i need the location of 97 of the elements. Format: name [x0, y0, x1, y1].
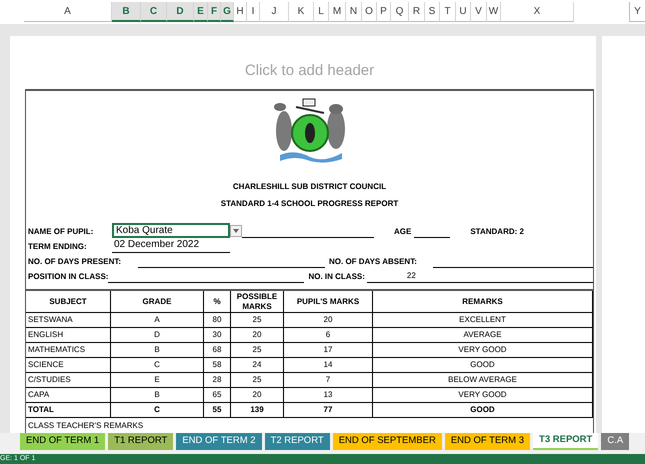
table-cell: EXCELLENT — [373, 313, 593, 327]
table-cell: AVERAGE — [373, 328, 593, 342]
column-heading: SUBJECT — [26, 291, 111, 312]
column-header[interactable]: M — [329, 2, 346, 22]
field-label: NO. OF DAYS ABSENT: — [329, 256, 418, 268]
column-header[interactable]: Y — [629, 2, 645, 22]
table-cell: 13 — [284, 388, 373, 402]
table-cell: B — [111, 388, 204, 402]
table-cell: SCIENCE — [26, 358, 111, 372]
column-heading: % — [204, 291, 231, 312]
class-size-value: 22 — [406, 270, 416, 283]
column-header[interactable]: S — [425, 2, 440, 22]
column-header[interactable]: T — [440, 2, 456, 22]
dropdown-button[interactable] — [230, 225, 242, 237]
name-cell[interactable]: Koba Qurate — [112, 223, 230, 238]
sheet-tab[interactable]: END OF SEPTEMBER — [332, 433, 442, 450]
sheet-tab[interactable]: END OF TERM 3 — [444, 433, 530, 450]
table-cell: 55 — [204, 403, 231, 417]
table-cell: 25 — [231, 313, 284, 327]
table-cell: 58 — [204, 358, 231, 372]
column-header[interactable]: U — [456, 2, 471, 22]
table-cell: 17 — [284, 343, 373, 357]
table-cell: A — [111, 313, 204, 327]
field-label: NO. OF DAYS PRESENT: — [28, 256, 122, 268]
table-cell: 24 — [231, 358, 284, 372]
table-cell: 28 — [204, 373, 231, 387]
table-cell: SETSWANA — [26, 313, 111, 327]
table-cell: 20 — [231, 328, 284, 342]
table-cell: 7 — [284, 373, 373, 387]
report-title: STANDARD 1-4 SCHOOL PROGRESS REPORT — [220, 198, 398, 210]
column-header[interactable]: A — [24, 2, 112, 22]
sheet-tab[interactable]: C.A — [601, 433, 630, 450]
table-cell: VERY GOOD — [373, 388, 593, 402]
sheet-tab[interactable]: T1 REPORT — [108, 433, 174, 450]
column-header[interactable]: B — [112, 2, 141, 22]
table-cell: C — [111, 358, 204, 372]
sheet-tab[interactable]: END OF TERM 1 — [20, 433, 106, 450]
column-header[interactable]: H — [234, 2, 247, 22]
table-cell: 25 — [231, 343, 284, 357]
table-cell: 20 — [284, 313, 373, 327]
column-header[interactable]: R — [409, 2, 425, 22]
table-cell: VERY GOOD — [373, 343, 593, 357]
teacher-remarks-label: CLASS TEACHER'S REMARKS — [28, 420, 144, 432]
column-header[interactable]: D — [167, 2, 194, 22]
field-label: TERM ENDING: — [28, 241, 88, 253]
table-cell: BELOW AVERAGE — [373, 373, 593, 387]
column-heading: POSSIBLE MARKS — [231, 291, 284, 312]
standard-label: STANDARD: 2 — [470, 226, 524, 238]
table-cell: E — [111, 373, 204, 387]
column-header[interactable]: X — [501, 2, 574, 22]
column-header[interactable]: W — [487, 2, 501, 22]
column-heading: PUPIL'S MARKS — [284, 291, 373, 312]
table-cell: GOOD — [373, 403, 593, 417]
table-cell: 139 — [231, 403, 284, 417]
column-header[interactable]: J — [260, 2, 289, 22]
table-cell: 30 — [204, 328, 231, 342]
table-cell: C/STUDIES — [26, 373, 111, 387]
table-cell: ENGLISH — [26, 328, 111, 342]
table-cell: 25 — [231, 373, 284, 387]
table-cell: 14 — [284, 358, 373, 372]
column-header[interactable]: N — [346, 2, 362, 22]
column-header[interactable]: L — [314, 2, 329, 22]
column-header[interactable]: E — [194, 2, 208, 22]
column-header[interactable]: C — [141, 2, 167, 22]
table-cell: GOOD — [373, 358, 593, 372]
column-heading: REMARKS — [373, 291, 593, 312]
table-cell: TOTAL — [26, 403, 111, 417]
column-header[interactable]: K — [289, 2, 314, 22]
table-cell: B — [111, 343, 204, 357]
table-cell: 20 — [231, 388, 284, 402]
table-cell: 65 — [204, 388, 231, 402]
column-header[interactable]: O — [362, 2, 377, 22]
table-cell: 80 — [204, 313, 231, 327]
field-label: NAME OF PUPIL: — [28, 226, 94, 238]
term-ending-value: 02 December 2022 — [112, 237, 230, 253]
table-cell: MATHEMATICS — [26, 343, 111, 357]
column-header[interactable]: F — [208, 2, 221, 22]
column-header[interactable]: P — [377, 2, 391, 22]
field-label: POSITION IN CLASS: — [28, 271, 108, 283]
column-header[interactable]: Q — [391, 2, 409, 22]
sheet-tab[interactable]: END OF TERM 2 — [176, 433, 262, 450]
field-label: NO. IN CLASS: — [308, 271, 365, 283]
sheet-tab[interactable]: T3 REPORT — [533, 433, 598, 450]
column-header[interactable]: G — [221, 2, 234, 22]
table-cell: 77 — [284, 403, 373, 417]
sheet-tab[interactable]: T2 REPORT — [264, 433, 330, 450]
table-cell: CAPA — [26, 388, 111, 402]
table-cell: C — [111, 403, 204, 417]
caret-icon — [233, 229, 239, 233]
column-header[interactable]: I — [247, 2, 260, 22]
table-cell: 6 — [284, 328, 373, 342]
column-heading: GRADE — [111, 291, 204, 312]
council-title: CHARLESHILL SUB DISTRICT COUNCIL — [232, 181, 386, 193]
table-cell: D — [111, 328, 204, 342]
column-header[interactable]: V — [471, 2, 487, 22]
table-cell: 68 — [204, 343, 231, 357]
field-label: AGE — [394, 226, 412, 238]
